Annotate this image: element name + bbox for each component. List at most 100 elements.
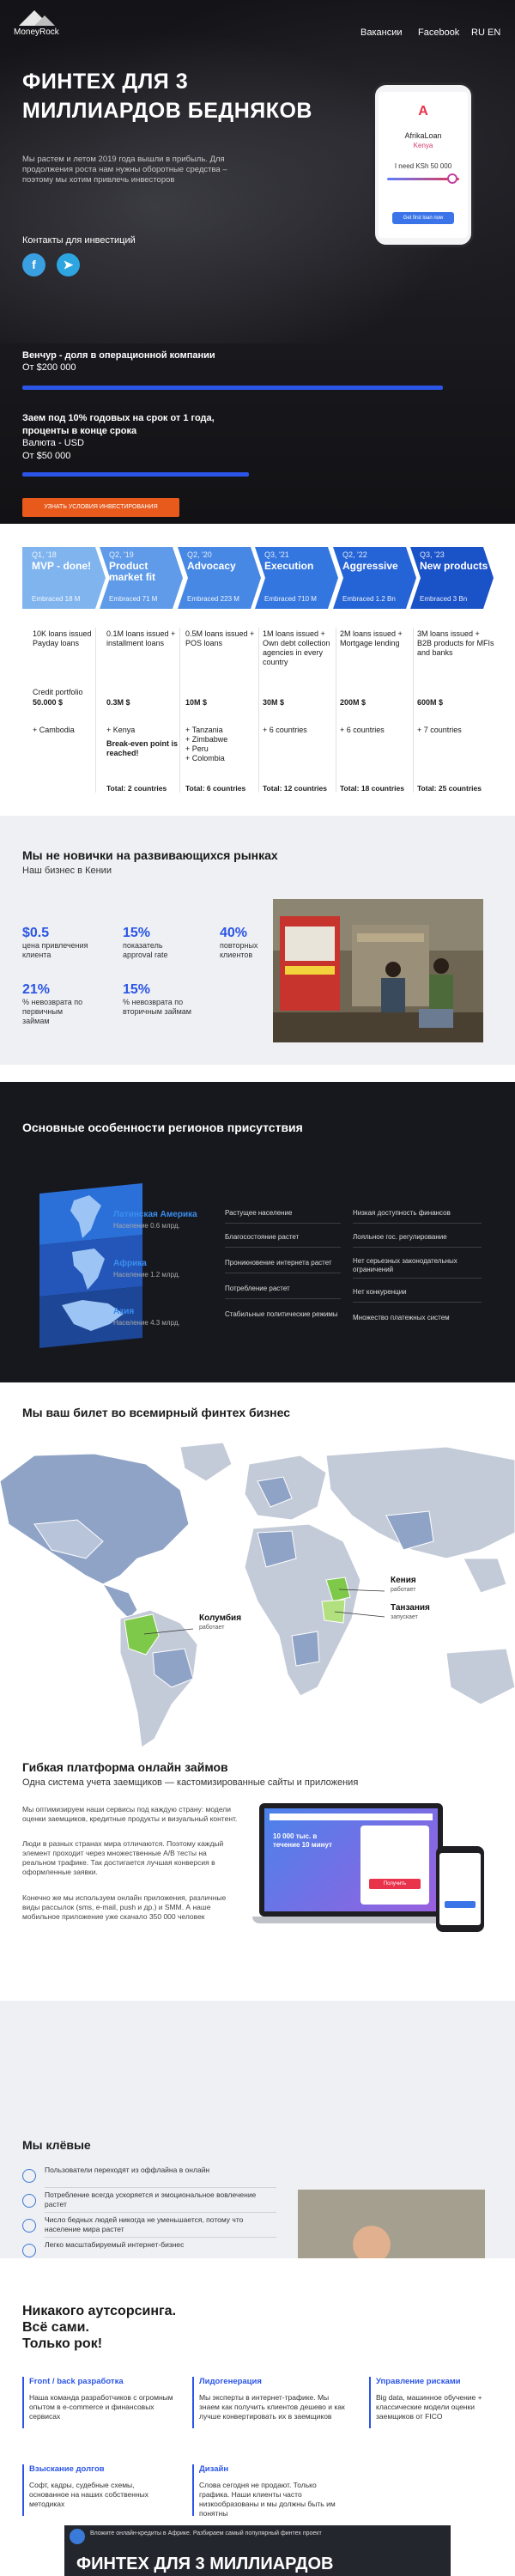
- col2-note: Break-even point is reached!: [106, 739, 179, 757]
- stage-title: MVP - done!: [32, 560, 92, 572]
- card-accent: [192, 2377, 194, 2428]
- card-accent: [22, 2377, 24, 2428]
- team-section: Никакого аутсорсинга. Всё сами. Только р…: [0, 2258, 515, 2576]
- feature-right: Нет конкуренции: [353, 1288, 407, 1296]
- feature-right: Низкая доступность финансов: [353, 1209, 451, 1217]
- map-status-tanzania: запускает: [391, 1614, 418, 1620]
- map-label-colombia: Колумбия: [199, 1613, 242, 1623]
- laptop-screen: 10 000 тыс. в течение 10 минут Получить: [264, 1808, 438, 1911]
- region-name: Латинская Америка: [113, 1210, 197, 1219]
- stage-quarter: Q3, '21: [264, 550, 289, 559]
- col3-loans: 0.5M loans issued + POS loans: [185, 629, 255, 647]
- logo-text: MoneyRock: [14, 27, 59, 37]
- feature-divider: [353, 1247, 482, 1248]
- hero-title: ФИНТЕХ ДЛЯ 3 МИЛЛИАРДОВ БЕДНЯКОВ: [22, 70, 312, 123]
- feature-icon: [22, 2244, 36, 2257]
- facebook-icon[interactable]: f: [22, 253, 45, 276]
- card-description: Big data, машинное обучение + классическ…: [376, 2393, 482, 2421]
- venture-amount: От $200 000: [22, 362, 76, 373]
- col5-total: Total: 18 countries: [340, 784, 404, 793]
- team-heading-line: Никакого аутсорсинга.: [22, 2304, 177, 2318]
- roadmap-stage: Q2, '22 Aggressive Embraced 1.2 Bn: [333, 547, 416, 609]
- stat-label: повторных клиентов: [220, 941, 258, 959]
- col4-country: + 6 countries: [263, 726, 307, 734]
- loan-bar: [22, 472, 249, 477]
- phone-country: Kenya: [413, 142, 433, 149]
- card-title: Front / back разработка: [29, 2377, 124, 2386]
- laptop-mockup: 10 000 тыс. в течение 10 минут Получить: [252, 1803, 450, 1925]
- feature-right: Множество платежных систем: [353, 1314, 450, 1321]
- map-status-kenya: работает: [391, 1587, 416, 1593]
- phone-loan-button: Get first loan now: [392, 212, 454, 224]
- region-name: Азия: [113, 1307, 135, 1316]
- logo[interactable]: MoneyRock: [12, 9, 64, 43]
- card-accent: [192, 2464, 194, 2516]
- nav-facebook[interactable]: Facebook: [418, 27, 459, 38]
- phone-screen-2: [439, 1853, 481, 1925]
- stat-label: % невозврата по первичным займам: [22, 998, 83, 1025]
- col3-amount: 10M $: [185, 698, 208, 707]
- lang-ru[interactable]: RU: [471, 27, 485, 38]
- cool-item-divider: [45, 2237, 276, 2238]
- map-label-tanzania: Танзания: [391, 1603, 430, 1613]
- card-title: Лидогенерация: [199, 2377, 262, 2386]
- roadmap-stage: Q2, '19 Product market fit Embraced 71 M: [100, 547, 183, 609]
- phone-screen: A AfrikaLoan Kenya I need KSh 50 000 Get…: [379, 92, 468, 238]
- feature-icon: [22, 2219, 36, 2233]
- roadmap-divider: [258, 628, 259, 793]
- col1-portfolio-label: Credit portfolio: [33, 688, 83, 696]
- feature-divider: [225, 1298, 341, 1299]
- col2-amount: 0.3M $: [106, 698, 130, 707]
- stat-label: % невозврата по вторичным займам: [123, 998, 191, 1016]
- feature-icon: [22, 2169, 36, 2183]
- col4-total: Total: 12 countries: [263, 784, 327, 793]
- phone-mockup-2: [436, 1846, 484, 1932]
- stage-quarter: Q2, '20: [187, 550, 212, 559]
- stage-title: New products: [420, 560, 488, 572]
- world-map: [0, 1442, 515, 1748]
- card-title: Взыскание долгов: [29, 2464, 105, 2474]
- col1-portfolio: 50.000 $: [33, 698, 64, 707]
- cool-item-text: Пользователи переходят из оффлайна в онл…: [45, 2166, 210, 2174]
- region-name: Африка: [113, 1259, 147, 1268]
- invest-conditions-button[interactable]: УЗНАТЬ УСЛОВИЯ ИНВЕСТИРОВАНИЯ: [22, 498, 179, 517]
- laptop-headline: 10 000 тыс. в течение 10 минут: [273, 1832, 332, 1849]
- roadmap-stage: Q3, '21 Execution Embraced 710 M: [255, 547, 338, 609]
- team-card: Дизайн Слова сегодня не продают. Только …: [192, 2464, 345, 2518]
- stat-value: 15%: [123, 926, 151, 940]
- site-header: [270, 1814, 433, 1820]
- col6-country: + 7 countries: [417, 726, 462, 734]
- region-population: Население 0.6 млрд.: [113, 1222, 180, 1230]
- platform-subtitle: Одна система учета заемщиков — кастомизи…: [22, 1777, 359, 1788]
- video-title: ФИНТЕХ ДЛЯ 3 МИЛЛИАРДОВ: [76, 2555, 334, 2573]
- kenya-kiosk-photo: [273, 899, 483, 1042]
- col1-country: + Cambodia: [33, 726, 75, 734]
- loan-currency: Валюта - USD: [22, 438, 84, 448]
- stage-embraced: Embraced 223 M: [187, 595, 239, 603]
- telegram-icon[interactable]: ➤: [57, 253, 80, 276]
- nav-vacancies[interactable]: Вакансии: [360, 27, 403, 38]
- cool-item: Число бедных людей никогда не уменьшаетс…: [22, 2215, 280, 2238]
- site-loan-form: Получить: [360, 1826, 429, 1905]
- feature-right: Нет серьезных законодательных ограничени…: [353, 1257, 457, 1273]
- cool-item: Пользователи переходят из оффлайна в онл…: [22, 2166, 280, 2188]
- roadmap-divider: [179, 628, 180, 793]
- col2-country: + Kenya: [106, 726, 136, 734]
- cool-item-text: Легко масштабируемый интернет-бизнес: [45, 2240, 185, 2249]
- video-embed[interactable]: Вложите онлайн-кредиты в Африке. Разбира…: [64, 2525, 451, 2576]
- platform-paragraph: Люди в разных странах мира отличаются. П…: [22, 1839, 224, 1876]
- region-population: Население 4.3 млрд.: [113, 1319, 180, 1327]
- team-card: Лидогенерация Мы эксперты в интернет-тра…: [192, 2377, 345, 2428]
- roadmap-stage: Q3, '23 New products Embraced 3 Bn: [410, 547, 494, 609]
- platform-paragraph: Мы оптимизируем наши сервисы под каждую …: [22, 1805, 238, 1823]
- lang-en[interactable]: EN: [488, 27, 500, 38]
- team-card: Взыскание долгов Софт, кадры, судебные с…: [22, 2464, 175, 2516]
- cool-section: Мы клёвые Пользователи переходят из оффл…: [0, 2001, 515, 2258]
- card-description: Мы эксперты в интернет-трафике. Мы знаем…: [199, 2393, 345, 2421]
- loan-title: Заем под 10% годовых на срок от 1 года, …: [22, 413, 215, 436]
- stage-title: Advocacy: [187, 560, 236, 572]
- stage-embraced: Embraced 3 Bn: [420, 595, 468, 603]
- card-title: Управление рисками: [376, 2377, 461, 2386]
- map-section: Мы ваш билет во всемирный финтех бизнес …: [0, 1395, 515, 1760]
- team-heading-line: Всё сами.: [22, 2320, 89, 2335]
